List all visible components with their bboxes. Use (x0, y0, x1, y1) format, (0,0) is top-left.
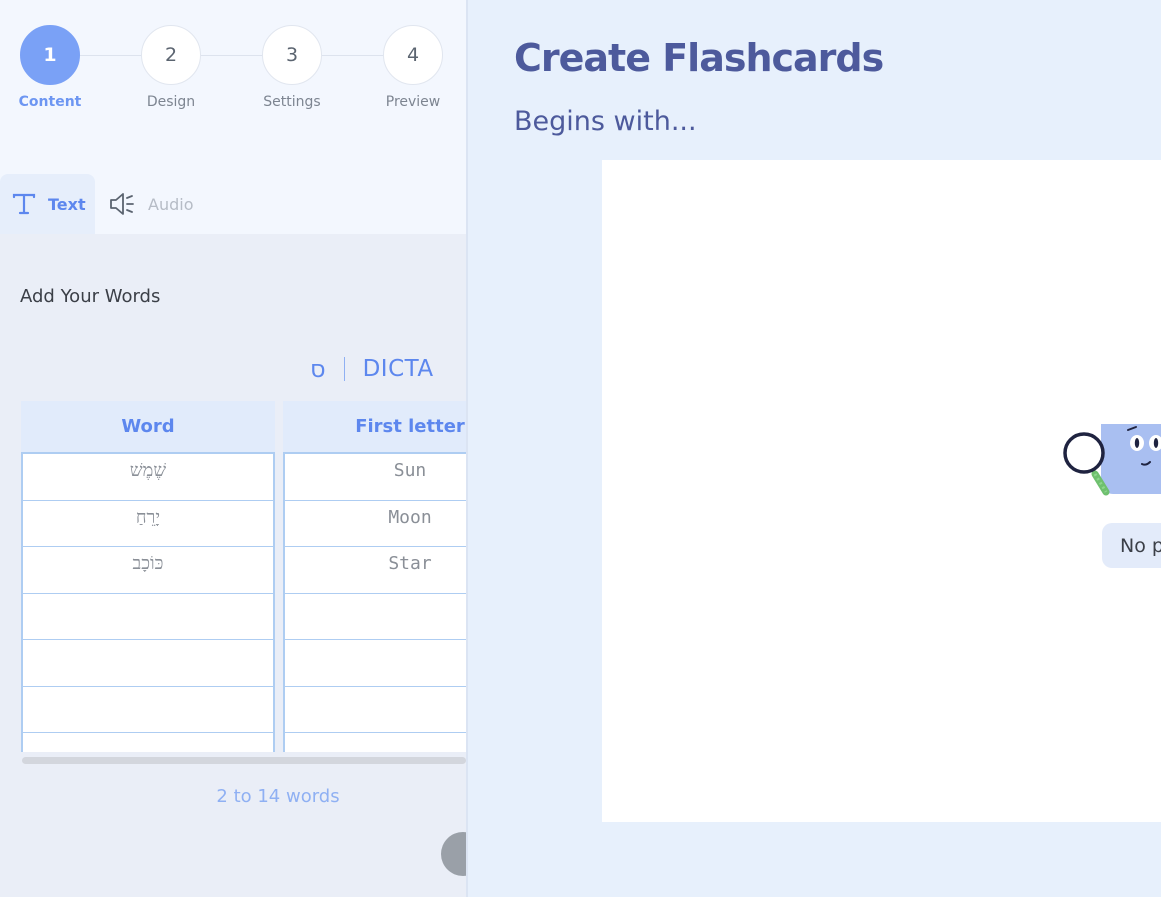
page-title: Create Flashcards (514, 36, 884, 80)
word-cell[interactable] (23, 640, 273, 687)
step-content-button[interactable]: 1 (20, 25, 80, 85)
dicta-button[interactable]: ס DICTA (310, 352, 434, 386)
text-icon (12, 193, 36, 215)
table-horizontal-scrollbar[interactable] (22, 757, 466, 764)
first-letter-cell[interactable]: Sun (285, 454, 466, 501)
empty-preview-message: No p (1102, 523, 1161, 568)
tab-text-label: Text (48, 194, 86, 214)
first-letter-cell[interactable] (285, 733, 466, 752)
step-connector (322, 55, 383, 56)
word-cell[interactable]: שֶׁמֶשׁ (23, 454, 273, 501)
tab-text[interactable]: Text (0, 174, 95, 234)
word-cell[interactable] (23, 687, 273, 733)
first-letter-cell[interactable] (285, 640, 466, 687)
dicta-label: DICTA (362, 356, 434, 382)
next-button[interactable] (441, 832, 466, 876)
word-column: שֶׁמֶשׁ יָרֵחַ כּוֹכָב (21, 452, 275, 752)
dicta-logo-icon: ס (310, 355, 326, 383)
preview-panel: Create Flashcards Begins with... No p (468, 0, 1161, 897)
step-connector (80, 55, 141, 56)
first-letter-cell[interactable] (285, 687, 466, 733)
first-letter-cell[interactable]: Star (285, 547, 466, 594)
step-content-label[interactable]: Content (0, 94, 100, 110)
step-design-label[interactable]: Design (121, 94, 221, 110)
first-letter-cell[interactable] (285, 594, 466, 640)
column-header-word: Word (21, 401, 275, 452)
step-settings-button[interactable]: 3 (262, 25, 322, 85)
speaker-icon (110, 193, 134, 215)
word-cell[interactable]: כּוֹכָב (23, 547, 273, 594)
first-letter-cell[interactable]: Moon (285, 501, 466, 547)
content-panel: 1 2 3 4 Content Design Settings Preview … (0, 0, 466, 897)
word-cell[interactable]: יָרֵחַ (23, 501, 273, 547)
mascot-magnifier-icon (1063, 424, 1161, 496)
input-type-tabs: Text Audio (0, 174, 466, 234)
stepper: 1 2 3 4 Content Design Settings Preview (0, 0, 466, 174)
word-cell[interactable] (23, 733, 273, 752)
section-title: Add Your Words (20, 286, 161, 307)
step-settings-label[interactable]: Settings (242, 94, 342, 110)
dicta-separator (343, 357, 345, 381)
preview-subtitle: Begins with... (514, 106, 697, 137)
first-letter-column: Sun Moon Star (283, 452, 466, 752)
step-preview-label[interactable]: Preview (363, 94, 463, 110)
tab-audio[interactable]: Audio (104, 174, 193, 234)
word-count-hint: 2 to 14 words (216, 786, 340, 807)
step-preview-button[interactable]: 4 (383, 25, 443, 85)
tab-audio-label: Audio (148, 194, 194, 214)
step-design-button[interactable]: 2 (141, 25, 201, 85)
step-connector (201, 55, 262, 56)
column-header-first-letter: First letter (283, 401, 466, 452)
word-cell[interactable] (23, 594, 273, 640)
